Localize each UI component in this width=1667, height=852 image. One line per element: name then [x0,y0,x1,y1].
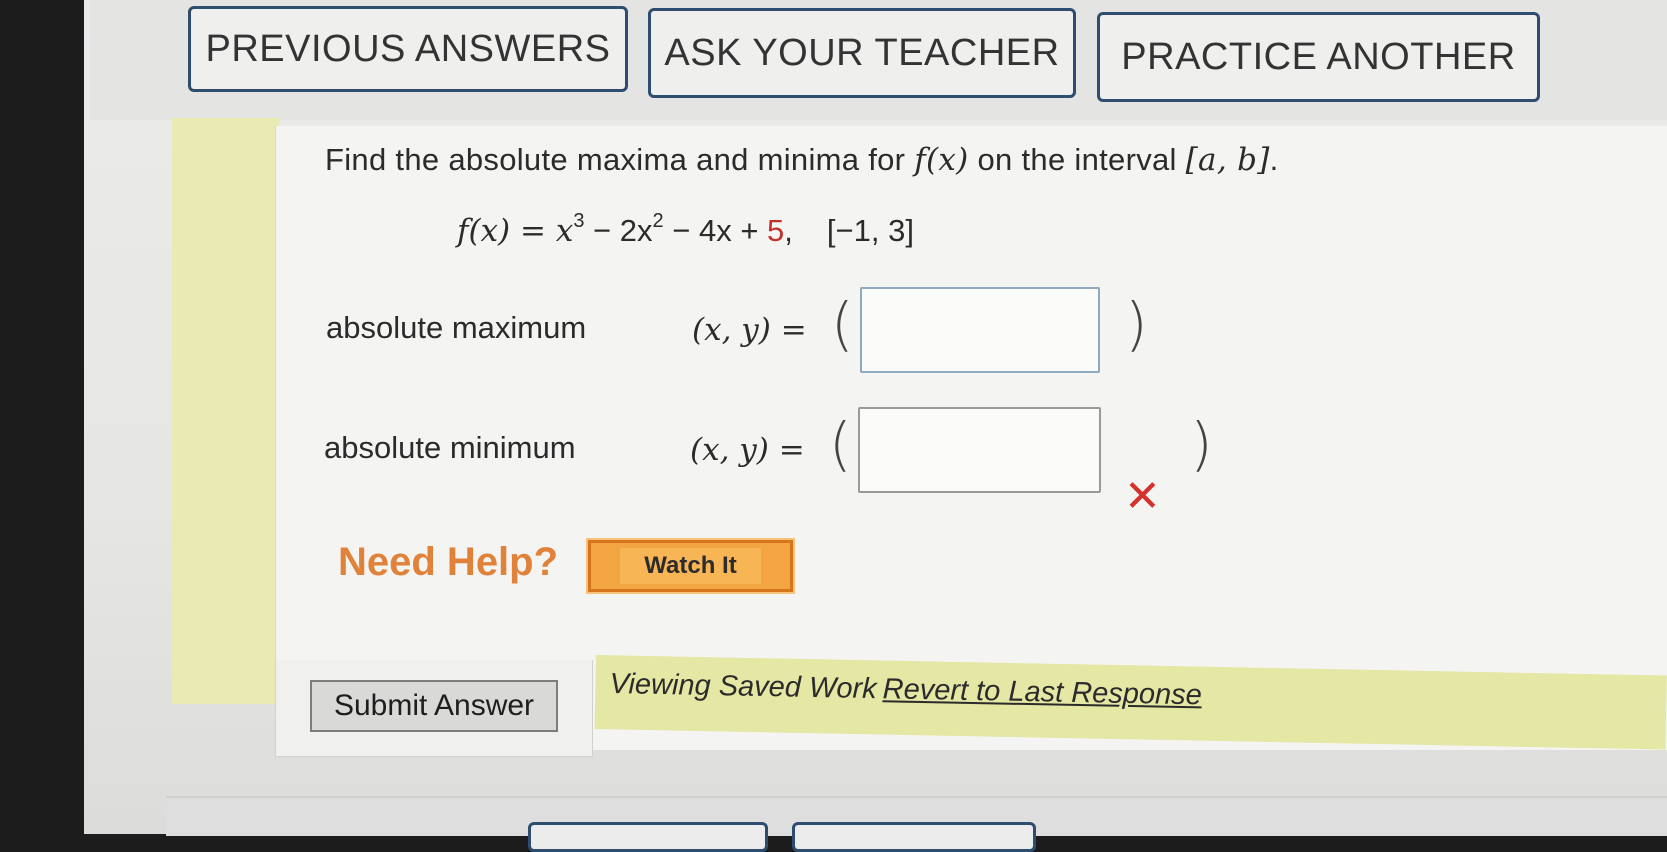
prompt-interval: [a, b] [1185,142,1270,178]
watch-it-label: Watch It [620,548,761,584]
bottom-tab-button-2[interactable] [792,822,1036,852]
need-help-label: Need Help? [338,540,559,584]
formula-mid-2: − 4x + [663,213,768,248]
revert-to-last-response-link[interactable]: Revert to Last Response [882,673,1202,711]
viewing-saved-work-text: Viewing Saved Work [609,668,877,706]
formula-constant: 5 [767,213,785,248]
absolute-maximum-label: absolute maximum [326,310,587,345]
incorrect-x-icon: ✕ [1124,472,1161,521]
min-xy-label: (x, y) = [690,432,805,468]
function-formula: f(x) = x3 − 2x2 − 4x + 5, [−1, 3] [457,210,914,249]
absolute-minimum-label: absolute minimum [324,430,576,465]
submit-answer-button[interactable]: Submit Answer [310,680,558,732]
formula-exp-1: 3 [573,210,585,232]
ask-your-teacher-button[interactable]: ASK YOUR TEACHER [648,8,1076,98]
prompt-text-2: on the interval [968,142,1186,177]
prompt-text: Find the absolute maxima and minima for [325,142,915,177]
min-open-paren: ( [829,410,852,478]
formula-lhs: f(x) = x [457,213,574,249]
max-open-paren: ( [831,290,854,358]
absolute-maximum-input[interactable] [860,287,1100,373]
formula-comma: , [784,213,793,248]
min-close-paren: ) [1190,410,1213,478]
formula-interval: [−1, 3] [826,213,914,248]
max-xy-label: (x, y) = [692,312,807,348]
max-close-paren: ) [1125,290,1148,358]
bottom-tab-button-1[interactable] [528,822,768,852]
formula-mid-1: − 2x [584,213,653,248]
watch-it-button[interactable]: Watch It [586,538,795,594]
prompt-period: . [1269,142,1279,177]
question-prompt: Find the absolute maxima and minima for … [325,142,1279,178]
absolute-minimum-input[interactable] [858,407,1101,493]
previous-answers-button[interactable]: PREVIOUS ANSWERS [188,6,628,92]
formula-exp-2: 2 [652,210,664,232]
practice-another-button[interactable]: PRACTICE ANOTHER [1097,12,1540,102]
prompt-function: f(x) [914,142,969,178]
question-status-strip [172,118,280,704]
